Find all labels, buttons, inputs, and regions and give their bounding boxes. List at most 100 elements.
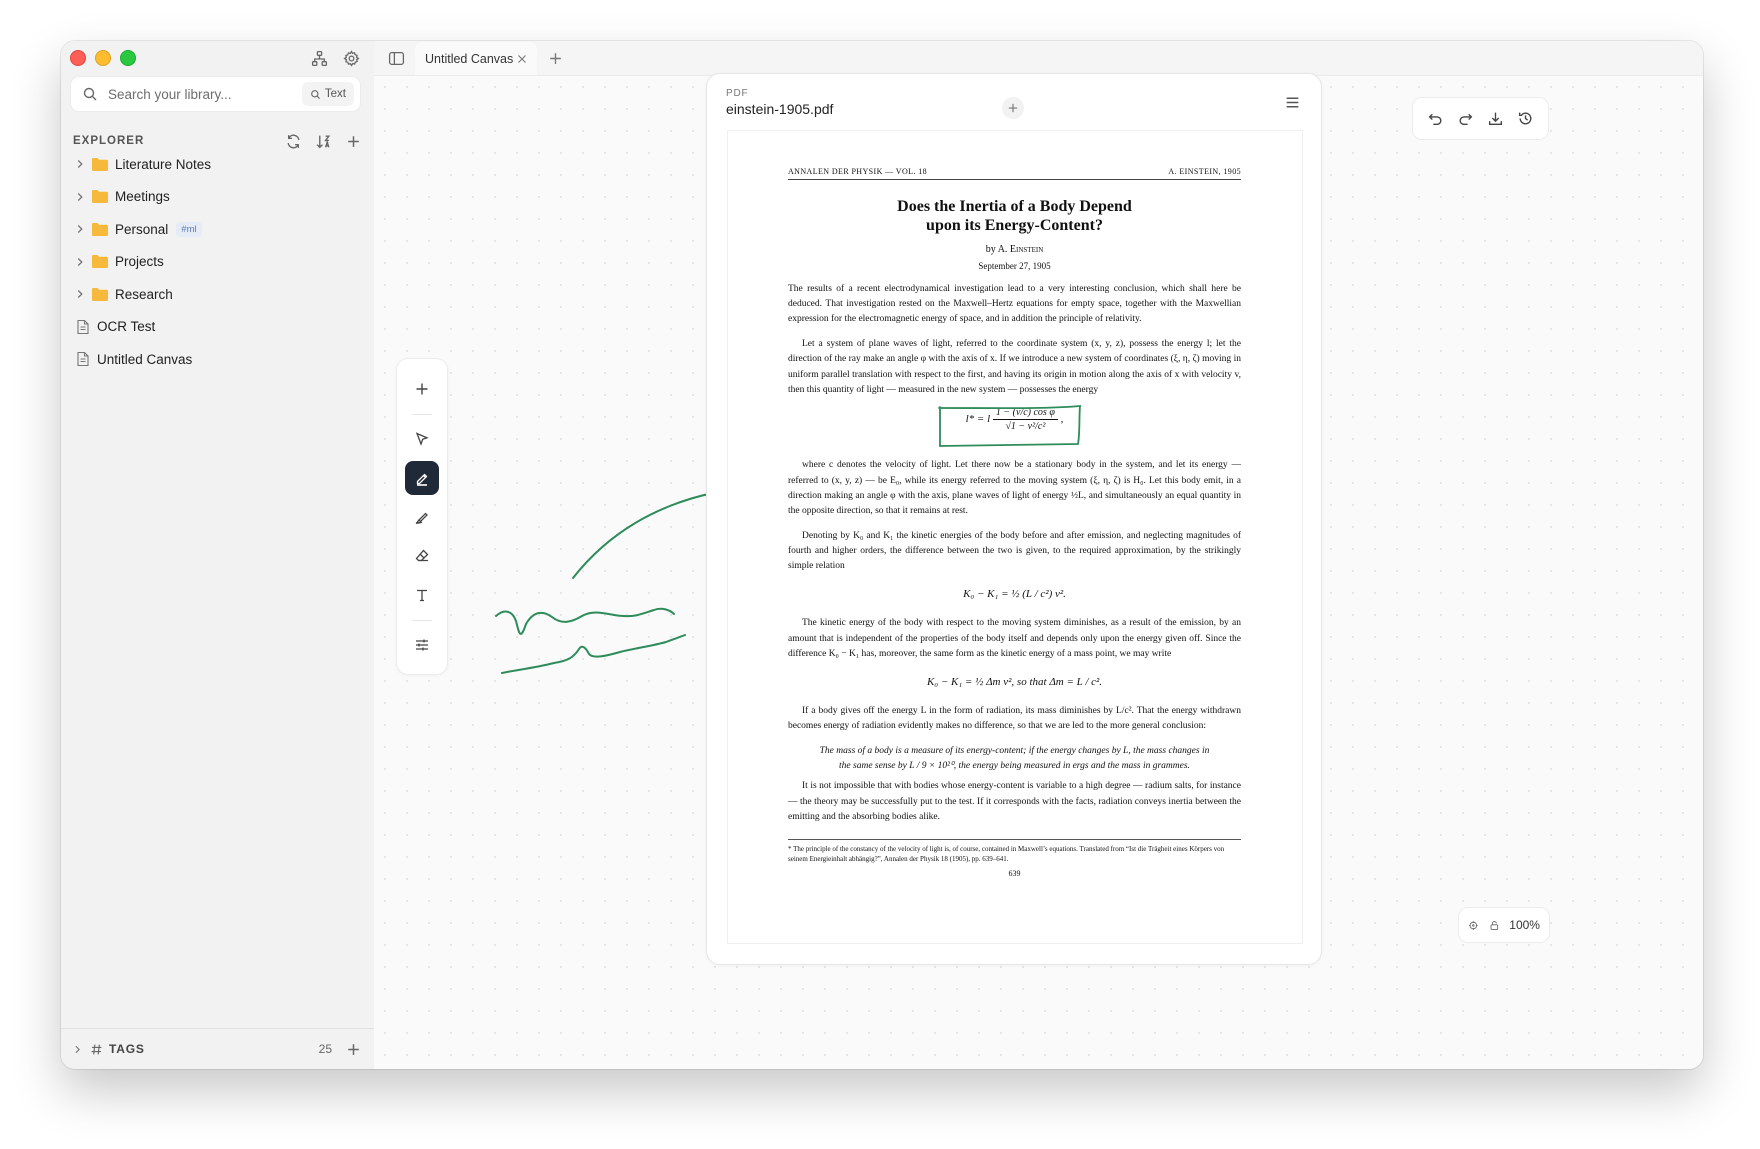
library-search[interactable]: Text (70, 76, 361, 112)
paragraph: The results of a recent electrodynamical… (788, 284, 1241, 325)
pdf-kind-label: PDF (726, 88, 749, 99)
close-window-button[interactable] (70, 50, 86, 66)
byline: by A. Einstein (788, 244, 1241, 255)
chevron-right-icon[interactable] (73, 222, 87, 236)
title-line-1: Does the Inertia of a Body Depend (897, 198, 1132, 215)
chevron-right-icon[interactable] (73, 255, 87, 269)
tree-item-label: Meetings (115, 189, 170, 205)
search-mode-icon (311, 89, 320, 99)
tags-section[interactable]: TAGS 25 (61, 1028, 374, 1069)
file-ocr-test[interactable]: OCR Test (61, 311, 374, 344)
pdf-filename: einstein-1905.pdf (726, 101, 834, 117)
sidebar-top-actions (310, 49, 360, 67)
search-mode-toggle[interactable]: Text (301, 82, 354, 106)
recenter-crosshair-icon[interactable] (1468, 918, 1479, 933)
drawing-toolbar (396, 358, 448, 675)
folder-projects[interactable]: Projects (61, 246, 374, 279)
tree-item-label: OCR Test (97, 319, 156, 335)
paragraph: If a body gives off the energy L in the … (788, 705, 1241, 732)
folder-icon (92, 222, 108, 236)
download-icon[interactable] (1486, 110, 1504, 128)
tree-item-label: Literature Notes (115, 156, 212, 172)
zoom-level[interactable]: 100% (1509, 918, 1540, 932)
conclusion-quote: The mass of a body is a measure of its e… (819, 746, 1210, 772)
text-tool-button[interactable] (405, 578, 439, 612)
eraser-tool-button[interactable] (405, 539, 439, 573)
add-tag-icon[interactable] (344, 1040, 362, 1058)
ink-scribble-2[interactable] (501, 634, 686, 674)
sidebar: Text EXPLORER Literature Notes (61, 41, 375, 1069)
settings-gear-icon[interactable] (342, 49, 360, 67)
folder-research[interactable]: Research (61, 278, 374, 311)
folder-personal[interactable]: Personal #ml (61, 213, 374, 246)
equation-mass-energy: K₀ − K₁ = ½ Δm v², so that Δm = L / c². (926, 675, 1103, 688)
undo-icon[interactable] (1427, 110, 1445, 128)
folder-icon (92, 190, 108, 204)
folder-icon (92, 157, 108, 171)
tags-label: TAGS (109, 1042, 145, 1056)
document-icon (77, 352, 89, 367)
toolbar-divider (412, 620, 432, 621)
byline-prefix: by A. (985, 244, 1008, 255)
folder-icon (92, 255, 108, 269)
chevron-right-icon[interactable] (73, 287, 87, 301)
tree-item-label: Projects (115, 254, 164, 270)
paper-date: September 27, 1905 (978, 261, 1051, 271)
folder-icon (92, 287, 108, 301)
plus-icon (1008, 103, 1018, 113)
file-untitled-canvas[interactable]: Untitled Canvas (61, 343, 374, 376)
paragraph: Let a system of plane waves of light, re… (788, 339, 1241, 395)
tab-untitled-canvas[interactable]: Untitled Canvas (415, 42, 537, 75)
tag-badge[interactable]: #ml (176, 221, 202, 237)
running-head-right: A. EINSTEIN, 1905 (1168, 167, 1241, 176)
graph-view-icon[interactable] (310, 49, 328, 67)
search-icon (83, 87, 97, 101)
pen-tool-button[interactable] (405, 461, 439, 495)
pdf-card[interactable]: PDF einstein-1905.pdf ANNALEN DER PHYSIK… (706, 73, 1322, 965)
new-tab-icon[interactable] (546, 49, 564, 67)
chevron-right-icon[interactable] (73, 190, 87, 204)
search-mode-label: Text (324, 88, 346, 100)
card-menu-icon[interactable] (1283, 93, 1301, 111)
minimize-window-button[interactable] (95, 50, 111, 66)
add-to-card-button[interactable] (1002, 97, 1024, 119)
footnote: * The principle of the constancy of the … (788, 838, 1241, 864)
pdf-page[interactable]: ANNALEN DER PHYSIK — VOL. 18 A. EINSTEIN… (727, 130, 1303, 944)
page-content: ANNALEN DER PHYSIK — VOL. 18 A. EINSTEIN… (788, 167, 1241, 878)
ink-highlight-box[interactable] (937, 403, 1085, 449)
tree-item-label: Personal (115, 221, 169, 237)
folder-literature-notes[interactable]: Literature Notes (61, 148, 374, 181)
highlighter-tool-button[interactable] (405, 500, 439, 534)
running-head: ANNALEN DER PHYSIK — VOL. 18 A. EINSTEIN… (788, 167, 1241, 180)
document-icon (77, 319, 89, 334)
add-tool-button[interactable] (405, 372, 439, 406)
hash-icon (91, 1044, 102, 1054)
highlighter-icon (415, 512, 428, 525)
history-icon[interactable] (1516, 110, 1534, 128)
ink-scribble-1[interactable] (495, 607, 675, 635)
chevron-right-icon[interactable] (71, 1043, 84, 1056)
folder-meetings[interactable]: Meetings (61, 181, 374, 214)
paragraph: Denoting by K₀ and K₁ the kinetic energi… (788, 530, 1241, 572)
pen-icon (416, 473, 428, 486)
zoom-window-button[interactable] (120, 50, 136, 66)
sliders-icon (416, 639, 428, 651)
close-tab-icon[interactable] (517, 54, 527, 64)
cursor-icon (415, 432, 429, 446)
canvas[interactable]: PDF einstein-1905.pdf ANNALEN DER PHYSIK… (374, 73, 1703, 1069)
paragraph: It is not impossible that with bodies wh… (788, 781, 1241, 822)
chevron-right-icon[interactable] (73, 157, 87, 171)
paragraph: where c denotes the velocity of light. L… (788, 460, 1241, 517)
canvas-action-bar (1412, 97, 1549, 140)
running-head-left: ANNALEN DER PHYSIK — VOL. 18 (788, 167, 928, 176)
redo-icon[interactable] (1457, 110, 1475, 128)
tab-label: Untitled Canvas (425, 51, 514, 66)
sidebar-toggle-icon[interactable] (387, 49, 405, 67)
explorer-label: EXPLORER (73, 135, 145, 147)
select-tool-button[interactable] (405, 422, 439, 456)
zoom-controls: 100% (1458, 907, 1550, 943)
search-input[interactable] (106, 85, 302, 103)
tool-settings-button[interactable] (405, 628, 439, 662)
lock-icon[interactable] (1489, 918, 1500, 933)
window-controls (70, 50, 136, 66)
